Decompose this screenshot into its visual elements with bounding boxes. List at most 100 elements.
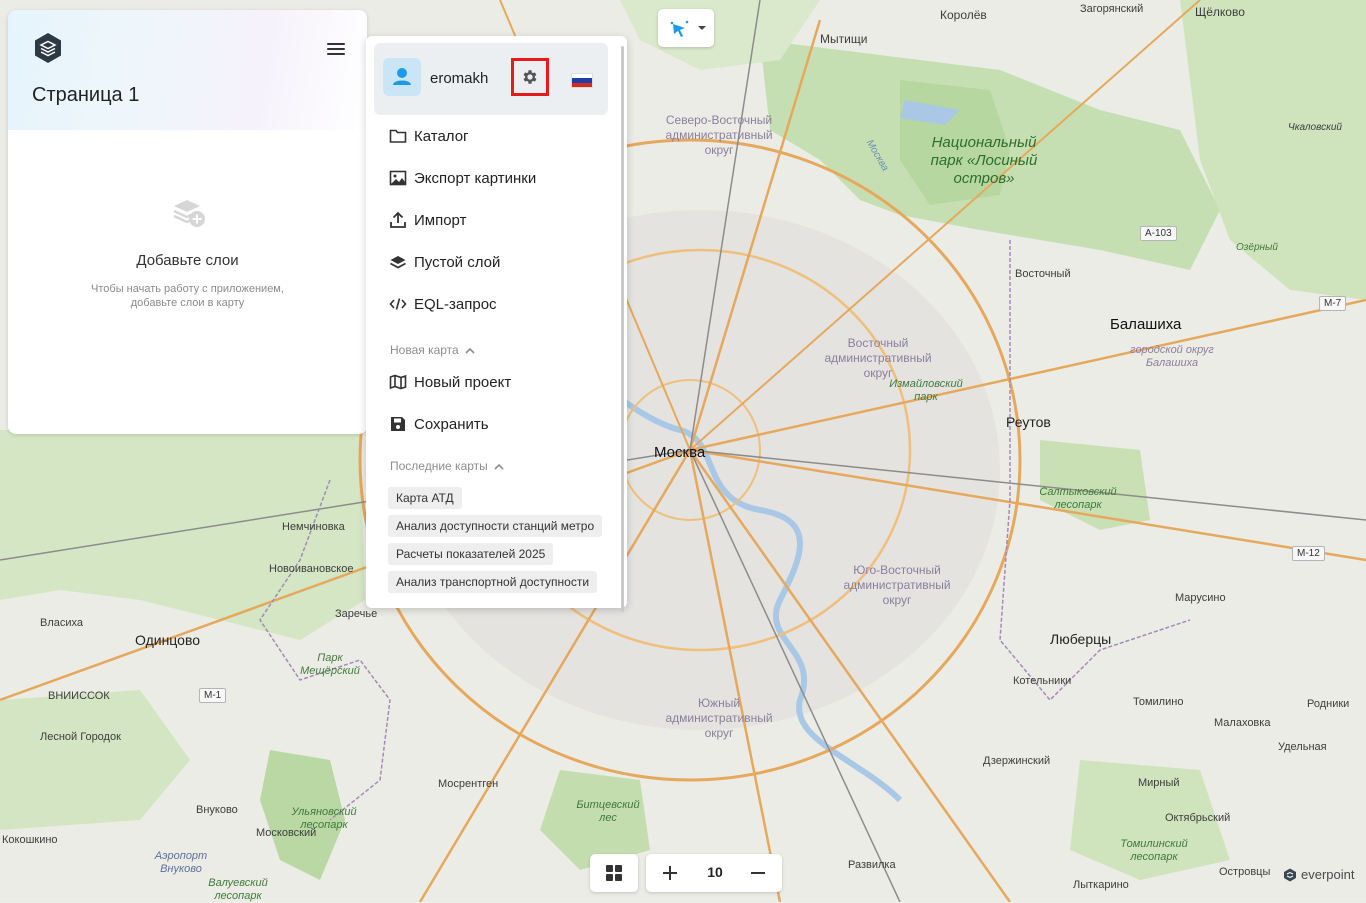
map-label-city: Томилино bbox=[1133, 696, 1184, 708]
user-row: eromakh bbox=[374, 43, 608, 115]
menu-item-export-image[interactable]: Экспорт картинки bbox=[388, 164, 536, 192]
map-label-city: Марусино bbox=[1175, 592, 1226, 604]
map-label-park: Ульяновский лесопарк bbox=[291, 806, 357, 831]
plus-icon bbox=[663, 866, 677, 880]
road-shield: М-7 bbox=[1319, 296, 1347, 311]
attribution-logo[interactable]: everpoint bbox=[1283, 867, 1354, 882]
map-label-city: Власиха bbox=[40, 617, 84, 629]
menu-item-label: Новый проект bbox=[414, 373, 512, 391]
save-icon bbox=[388, 414, 408, 434]
map-label-city: Мирный bbox=[1138, 777, 1180, 789]
map-label-city: Малаховка bbox=[1214, 717, 1271, 729]
section-header-label: Последние карты bbox=[390, 459, 488, 473]
map-label-park: Томилинский лесопарк bbox=[1120, 838, 1188, 863]
app-logo-icon bbox=[35, 33, 61, 63]
layers-panel: Страница 1 Добавьте слои Чтобы начать ра… bbox=[8, 10, 367, 434]
pointer-select-icon bbox=[670, 20, 689, 37]
map-label-city: Немчиновка bbox=[282, 521, 345, 533]
map-label-city: Москва bbox=[654, 444, 706, 461]
zoom-level: 10 bbox=[707, 864, 723, 880]
map-label-city: Удельная bbox=[1278, 741, 1327, 753]
chevron-up-icon bbox=[494, 463, 504, 470]
map-label-park: Салтыковский лесопарк bbox=[1039, 486, 1117, 511]
zoom-in-button[interactable] bbox=[650, 854, 690, 892]
page-title[interactable]: Страница 1 bbox=[32, 84, 139, 107]
map-label-city: Одинцово bbox=[135, 632, 201, 648]
map-label-city: Новоивановское bbox=[269, 563, 354, 575]
menu-hamburger-icon[interactable] bbox=[326, 40, 346, 58]
map-label-park: Измайловский парк bbox=[889, 378, 963, 403]
map-label-city: Дзержинский bbox=[983, 755, 1051, 767]
recent-map-chip[interactable]: Расчеты показателей 2025 bbox=[388, 543, 554, 565]
map-label-park: городской округ Балашиха bbox=[1130, 344, 1214, 369]
minus-icon bbox=[751, 872, 765, 874]
folder-icon bbox=[388, 126, 408, 146]
section-recent-maps-header[interactable]: Последние карты bbox=[390, 459, 504, 473]
menu-item-eql-query[interactable]: EQL-запрос bbox=[388, 290, 497, 318]
map-label-city: Мосрентген bbox=[438, 778, 499, 790]
map-label-city: Лыткарино bbox=[1073, 879, 1129, 891]
map-label-city: Октябрьский bbox=[1165, 812, 1231, 824]
zoom-out-button[interactable] bbox=[738, 854, 778, 892]
section-header-label: Новая карта bbox=[390, 343, 459, 357]
menu-item-label: Пустой слой bbox=[414, 253, 501, 271]
map-label-city: Восточный bbox=[1015, 268, 1071, 280]
empty-state-subtitle: Чтобы начать работу с приложением, добав… bbox=[91, 283, 284, 309]
username: eromakh bbox=[430, 70, 489, 87]
recent-map-chip[interactable]: Анализ доступности станций метро bbox=[388, 515, 603, 537]
menu-scrollbar[interactable] bbox=[621, 46, 624, 612]
menu-item-new-project[interactable]: Новый проект bbox=[388, 368, 511, 396]
user-avatar-icon[interactable] bbox=[383, 58, 421, 96]
grid-icon bbox=[606, 865, 622, 881]
selection-tool-dropdown[interactable] bbox=[658, 9, 714, 47]
gear-icon bbox=[523, 70, 537, 84]
menu-item-empty-layer[interactable]: Пустой слой bbox=[388, 248, 500, 276]
map-label-district: Северо-Восточный административный округ bbox=[665, 113, 773, 157]
upload-icon bbox=[388, 210, 408, 230]
empty-state-title: Добавьте слои bbox=[136, 252, 239, 269]
map-label-park: Валуевский лесопарк bbox=[208, 877, 268, 902]
main-menu-dropdown: eromakh Каталог Экспорт картинки Импорт bbox=[366, 36, 627, 612]
layers-icon bbox=[388, 252, 408, 272]
menu-item-catalog[interactable]: Каталог bbox=[388, 122, 469, 150]
attribution-text: everpoint bbox=[1301, 867, 1355, 882]
map-label-city: Кокошкино bbox=[2, 834, 58, 846]
chevron-down-icon bbox=[698, 26, 706, 30]
settings-button[interactable] bbox=[511, 58, 549, 96]
chevron-up-icon bbox=[465, 347, 475, 354]
map-label-city: Чкаловский bbox=[1288, 122, 1342, 133]
map-label-city: Щёлково bbox=[1195, 5, 1245, 19]
map-label-city: Внуково bbox=[196, 804, 238, 816]
map-label-city: Котельники bbox=[1013, 675, 1072, 687]
map-label-city: Мытищи bbox=[820, 32, 868, 46]
menu-item-import[interactable]: Импорт bbox=[388, 206, 466, 234]
map-label-park: Национальный парк «Лосиный остров» bbox=[930, 134, 1038, 187]
road-shield: М-12 bbox=[1292, 546, 1325, 561]
menu-item-label: EQL-запрос bbox=[414, 295, 497, 313]
map-label-city: Озёрный bbox=[1236, 242, 1278, 253]
everpoint-logo-icon bbox=[1284, 868, 1296, 881]
menu-item-label: Сохранить bbox=[414, 415, 489, 433]
map-label-city: Родники bbox=[1307, 698, 1350, 710]
map-label-city: Реутов bbox=[1006, 414, 1051, 430]
map-label-city: Люберцы bbox=[1050, 631, 1112, 647]
menu-item-label: Импорт bbox=[414, 211, 467, 229]
basemap-grid-button[interactable] bbox=[590, 854, 638, 892]
road-shield: М-1 bbox=[199, 688, 227, 703]
map-label-park: Битцевский лес bbox=[576, 799, 640, 824]
language-flag-ru-icon[interactable] bbox=[571, 73, 593, 88]
image-icon bbox=[388, 168, 408, 188]
recent-map-chip[interactable]: Карта АТД bbox=[388, 487, 462, 509]
map-label-city: Развилка bbox=[848, 859, 896, 871]
menu-item-save[interactable]: Сохранить bbox=[388, 410, 489, 438]
map-label-city: Королёв bbox=[940, 8, 987, 22]
road-shield: А-103 bbox=[1140, 226, 1177, 241]
map-label-district: Юго-Восточный административный округ bbox=[843, 563, 951, 607]
map-label-city: Лесной Городок bbox=[40, 731, 121, 743]
recent-map-chip[interactable]: Анализ транспортной доступности bbox=[388, 571, 598, 593]
menu-item-label: Экспорт картинки bbox=[414, 169, 537, 187]
section-new-map-header[interactable]: Новая карта bbox=[390, 343, 475, 357]
map-label-city: ВНИИССОК bbox=[48, 690, 110, 702]
map-label-district: Восточный административный округ bbox=[824, 336, 932, 380]
map-label-city: Балашиха bbox=[1110, 316, 1182, 333]
